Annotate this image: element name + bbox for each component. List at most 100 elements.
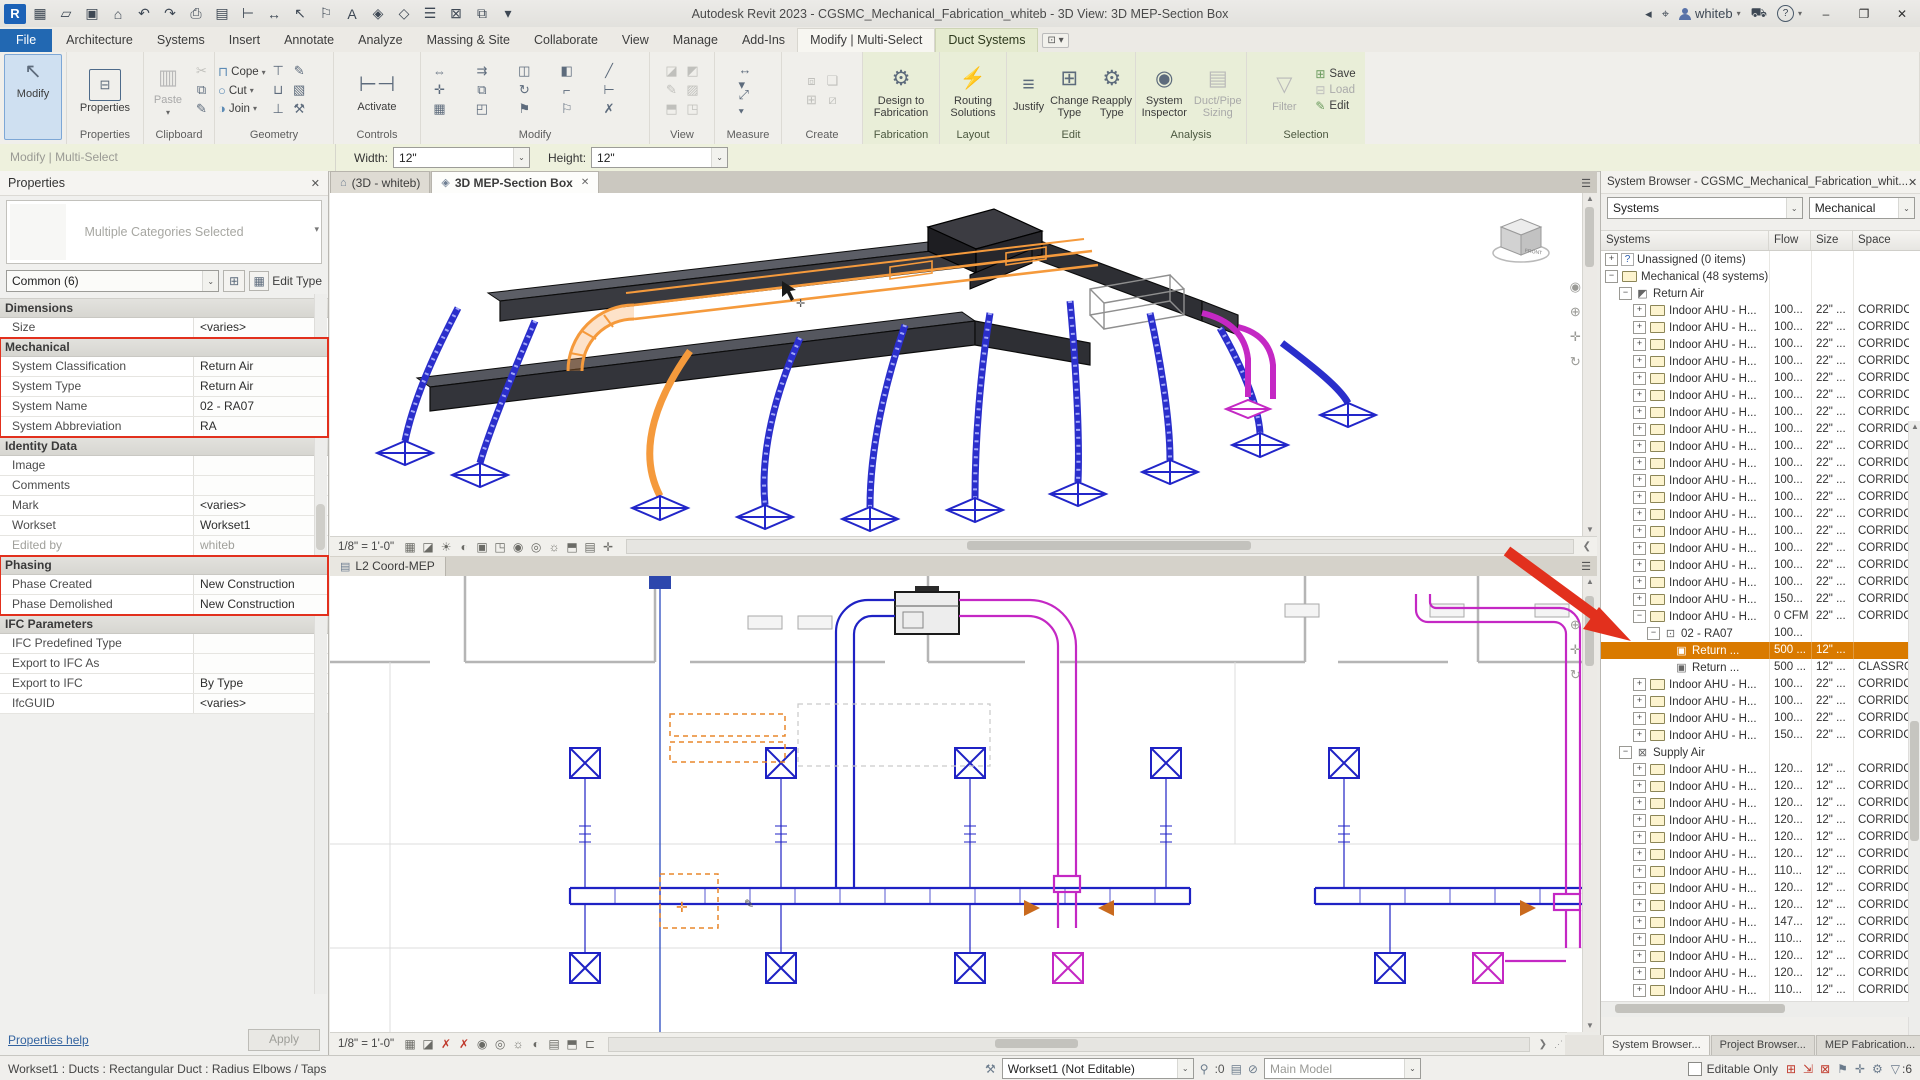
design-option-select[interactable]: Main Model⌄ xyxy=(1264,1058,1421,1079)
account-menu[interactable]: whiteb ▾ xyxy=(1679,6,1741,21)
expand-icon[interactable]: + xyxy=(1633,440,1646,453)
default-3d-view-icon[interactable]: ◈ xyxy=(366,3,390,25)
expand-icon[interactable]: + xyxy=(1633,729,1646,742)
expand-icon[interactable]: + xyxy=(1633,576,1646,589)
expand-icon[interactable]: + xyxy=(1633,457,1646,470)
system-tree-row[interactable]: +Indoor AHU - H...147...12" ...CORRIDO xyxy=(1601,914,1920,931)
visual-style-icon[interactable]: ◪ xyxy=(419,1036,437,1052)
view-tab-3d-whiteb[interactable]: ⌂ (3D - whiteb) xyxy=(330,171,430,193)
column-systems[interactable]: Systems xyxy=(1601,231,1769,250)
customize-qat-icon[interactable]: ▾ xyxy=(496,3,520,25)
match-type-icon[interactable]: ✎ xyxy=(192,100,211,118)
expand-icon[interactable]: + xyxy=(1633,780,1646,793)
tab-list-icon[interactable]: ☰ xyxy=(1581,177,1591,190)
system-tree-row[interactable]: +Indoor AHU - H...100...22" ...CORRIDO xyxy=(1601,319,1920,336)
column-space-name[interactable]: Space Nar xyxy=(1853,231,1909,250)
collapse-icon[interactable]: − xyxy=(1619,287,1632,300)
undo-icon[interactable]: ↶ xyxy=(132,3,156,25)
edit-type-button[interactable]: ▦ Edit Type xyxy=(249,271,322,291)
system-tree-row[interactable]: +Indoor AHU - H...100...22" ...CORRIDO xyxy=(1601,540,1920,557)
release-worksets-icon[interactable]: ⊞ xyxy=(1786,1062,1796,1076)
ribbon-tab-analyze[interactable]: Analyze xyxy=(346,29,414,52)
ribbon-tab-systems[interactable]: Systems xyxy=(145,29,217,52)
system-tree-row[interactable]: +Indoor AHU - H...120...12" ...CORRIDO xyxy=(1601,965,1920,982)
measure-angle-icon[interactable]: ⤢ ▾ xyxy=(739,94,758,112)
scroll-right-icon[interactable]: ❮ xyxy=(1583,541,1591,552)
visual-style-icon[interactable]: ◪ xyxy=(419,539,437,555)
system-tree-row[interactable]: +Indoor AHU - H...100...22" ...CORRIDO xyxy=(1601,336,1920,353)
expand-icon[interactable]: + xyxy=(1633,338,1646,351)
pan-icon[interactable]: ✛ xyxy=(1570,329,1581,345)
zoom-icon[interactable]: ⊕ xyxy=(1570,617,1581,633)
switch-windows-icon[interactable]: ⧉ xyxy=(470,3,494,25)
select-pinned-icon[interactable]: ⚑ xyxy=(1837,1062,1848,1076)
move-icon[interactable]: ✛ xyxy=(430,81,449,99)
orbit-icon[interactable]: ↻ xyxy=(1570,667,1581,683)
measure-length-icon[interactable]: ↔ ▾ xyxy=(739,68,758,86)
worksharing-display-icon[interactable]: ◐ xyxy=(527,1036,545,1052)
system-tree-row[interactable]: +Indoor AHU - H...100...22" ...CORRIDO xyxy=(1601,574,1920,591)
system-tree-row[interactable]: +Indoor AHU - H...100...22" ...CORRIDO xyxy=(1601,421,1920,438)
detail-level-icon[interactable]: ▦ xyxy=(401,539,419,555)
paint-icon[interactable]: ✎ xyxy=(290,62,309,80)
expand-icon[interactable]: + xyxy=(1633,321,1646,334)
property-value[interactable] xyxy=(193,456,328,475)
pan-icon[interactable]: ✛ xyxy=(1570,642,1581,658)
wall-joins-icon[interactable]: ⊤ xyxy=(269,62,288,80)
system-tree-row[interactable]: +Indoor AHU - H...100...22" ...CORRIDO xyxy=(1601,404,1920,421)
tag-by-category-icon[interactable]: ⚐ xyxy=(314,3,338,25)
save-selection-button[interactable]: ⊞Save xyxy=(1315,67,1355,81)
close-tab-icon[interactable]: ✕ xyxy=(581,177,589,188)
selection-filter-button[interactable]: ▽ :6 xyxy=(1891,1062,1912,1076)
system-tree-row[interactable]: +Indoor AHU - H...120...12" ...CORRIDO xyxy=(1601,846,1920,863)
system-tree-row[interactable]: −Indoor AHU - H...0 CFM22" ...CORRIDO xyxy=(1601,608,1920,625)
reveal-constraints-icon[interactable]: ⊏ xyxy=(581,1036,599,1052)
system-tree-row[interactable]: +Indoor AHU - H...100...22" ...CORRIDO xyxy=(1601,387,1920,404)
expand-icon[interactable]: + xyxy=(1633,491,1646,504)
collapse-icon[interactable]: − xyxy=(1619,746,1632,759)
modify-button[interactable]: ↖ Modify xyxy=(4,54,62,140)
system-tree-row[interactable]: +Indoor AHU - H...120...12" ...CORRIDO xyxy=(1601,880,1920,897)
close-button[interactable]: ✕ xyxy=(1888,4,1916,24)
system-tree-row[interactable]: +Indoor AHU - H...120...12" ...CORRIDO xyxy=(1601,812,1920,829)
tab-list-icon[interactable]: ☰ xyxy=(1581,560,1591,573)
system-tree-row[interactable]: +Indoor AHU - H...100...22" ...CORRIDO xyxy=(1601,455,1920,472)
ribbon-tab-modify-multi-select[interactable]: Modify | Multi-Select xyxy=(797,28,935,52)
property-value[interactable]: Return Air xyxy=(193,357,328,376)
expand-icon[interactable]: + xyxy=(1633,593,1646,606)
expand-icon[interactable]: + xyxy=(1633,831,1646,844)
system-tree-row[interactable]: +Indoor AHU - H...120...12" ...CORRIDO xyxy=(1601,948,1920,965)
modify-arrow-icon[interactable]: ↖ xyxy=(288,3,312,25)
expand-icon[interactable]: + xyxy=(1633,474,1646,487)
orbit-icon[interactable]: ↻ xyxy=(1570,354,1581,370)
expand-icon[interactable]: + xyxy=(1633,542,1646,555)
ribbon-tab-duct-systems[interactable]: Duct Systems xyxy=(935,28,1038,52)
expand-icon[interactable]: + xyxy=(1633,372,1646,385)
steering-wheel-icon[interactable]: ◉ xyxy=(1570,592,1581,608)
help-button[interactable]: ?▾ xyxy=(1777,5,1802,22)
drag-on-selection-icon[interactable]: ✛ xyxy=(1855,1062,1865,1076)
system-tree-row[interactable]: −◩Return Air xyxy=(1601,285,1920,302)
select-links-icon[interactable]: ⇲ xyxy=(1803,1062,1813,1076)
steering-wheel-icon[interactable]: ◉ xyxy=(1570,279,1581,295)
change-type-button[interactable]: ⊞Change Type xyxy=(1050,62,1089,119)
reveal-hidden-icon[interactable]: ☼ xyxy=(509,1036,527,1052)
width-select[interactable]: 12"⌄ xyxy=(393,147,530,168)
text-icon[interactable]: A xyxy=(340,3,364,25)
property-value[interactable]: Workset1 xyxy=(193,516,328,535)
pin-icon[interactable]: ⚑ xyxy=(515,100,534,118)
expand-icon[interactable]: + xyxy=(1633,984,1646,997)
system-tree-row[interactable]: +Indoor AHU - H...100...22" ...CORRIDO xyxy=(1601,523,1920,540)
expand-icon[interactable]: + xyxy=(1633,763,1646,776)
property-value[interactable]: Return Air xyxy=(193,377,328,396)
type-selector[interactable]: Multiple Categories Selected ▾ xyxy=(6,200,322,264)
expand-icon[interactable]: + xyxy=(1633,865,1646,878)
editing-requests-icon[interactable]: ⚲ xyxy=(1200,1062,1209,1076)
ribbon-tab-architecture[interactable]: Architecture xyxy=(54,29,145,52)
ribbon-tab-massing-site[interactable]: Massing & Site xyxy=(415,29,522,52)
expand-icon[interactable]: + xyxy=(1633,525,1646,538)
ribbon-tab-manage[interactable]: Manage xyxy=(661,29,730,52)
cope-button[interactable]: ⊓Cope▾ xyxy=(218,64,266,80)
browser-horizontal-scrollbar[interactable] xyxy=(1601,1001,1909,1017)
copy-to-clipboard-icon[interactable]: ⧉ xyxy=(192,81,211,99)
